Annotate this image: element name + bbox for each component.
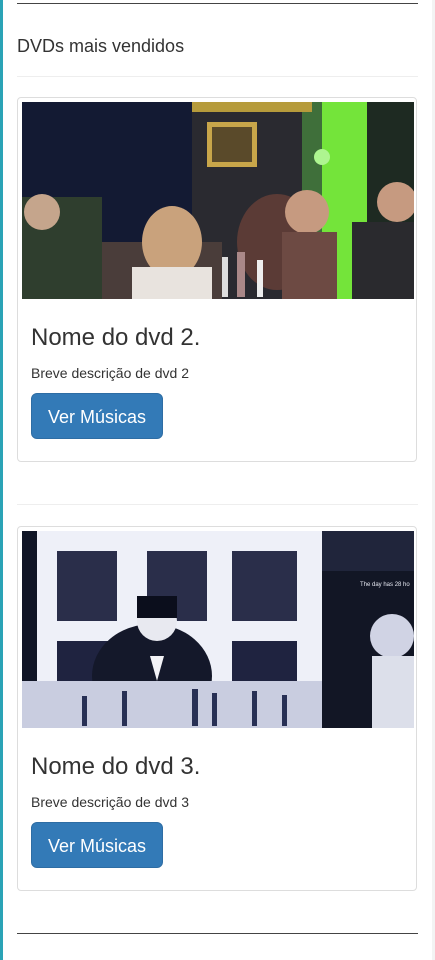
dvd-description: Breve descrição de dvd 2: [31, 365, 189, 381]
bottom-divider: [17, 933, 418, 934]
section-divider: [17, 76, 418, 77]
dvd-title: Nome do dvd 3.: [31, 753, 201, 780]
dvd-card: The day has 28 ho Nome do dvd 3. Breve d…: [17, 526, 417, 891]
dvd-title: Nome do dvd 2.: [31, 324, 201, 351]
dvd-thumbnail: [22, 102, 414, 299]
view-songs-button[interactable]: Ver Músicas: [31, 393, 163, 439]
dvd-thumbnail: The day has 28 ho: [22, 531, 414, 728]
dvd-card: Nome do dvd 2. Breve descrição de dvd 2 …: [17, 97, 417, 462]
dvd-description: Breve descrição de dvd 3: [31, 794, 189, 810]
left-accent-stripe: [0, 0, 3, 960]
section-title: DVDs mais vendidos: [17, 36, 185, 56]
image-sign-text: The day has 28 ho: [360, 582, 410, 588]
top-divider: [17, 3, 418, 4]
view-songs-button[interactable]: Ver Músicas: [31, 822, 163, 868]
section-divider: [17, 504, 418, 505]
